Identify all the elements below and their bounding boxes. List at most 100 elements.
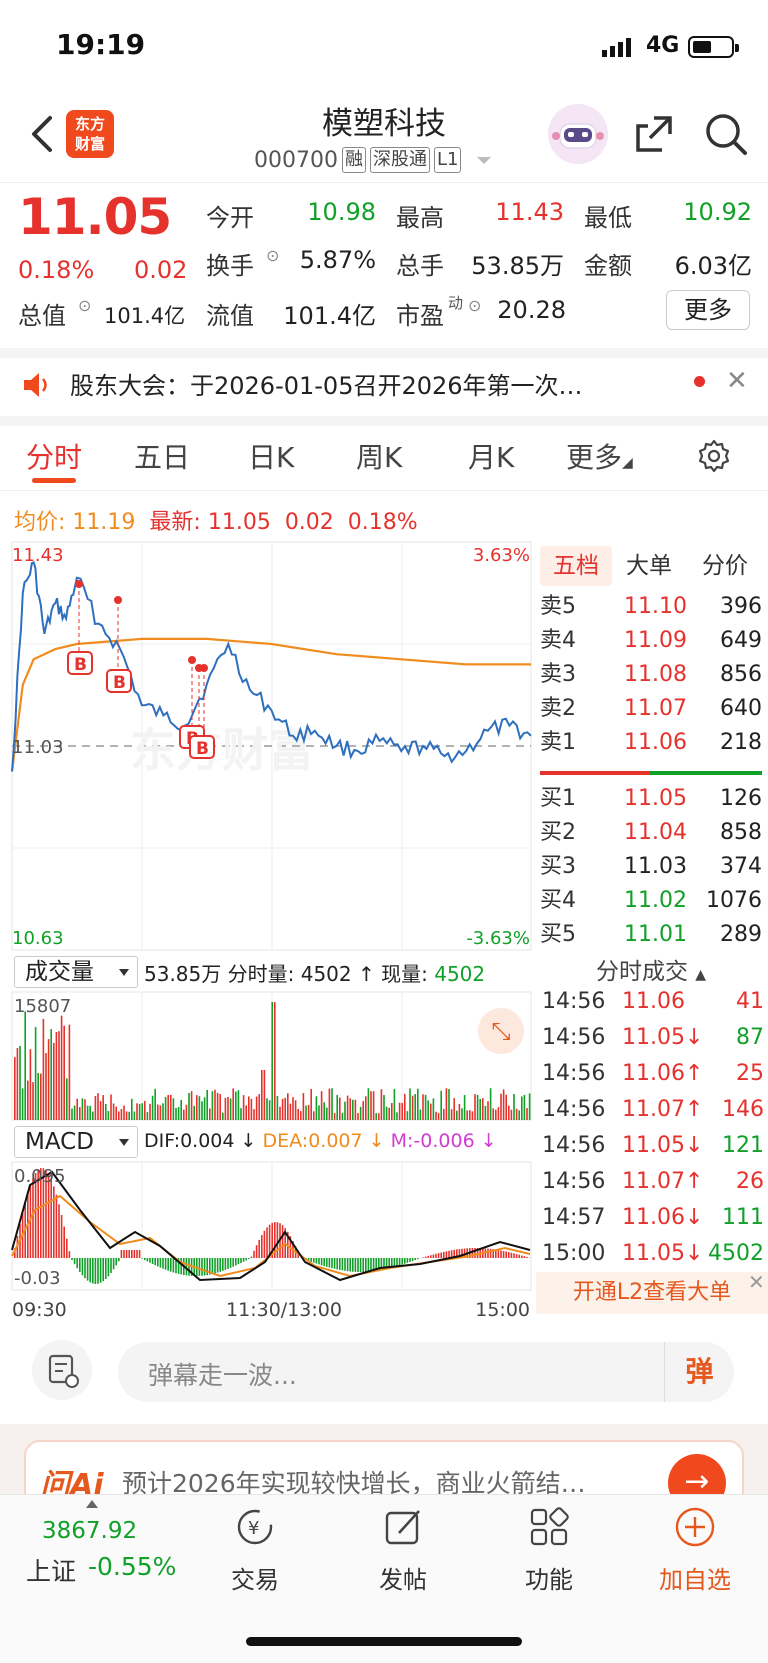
volume-bar [216, 1092, 219, 1120]
app-logo-line2: 财富 [74, 135, 105, 153]
macd-bar [318, 1258, 320, 1265]
intraday-chart[interactable]: 东方财富 B B B B 11.43 11.03 10.63 3.63% -3.… [0, 536, 534, 1320]
index-value[interactable]: 3867.92 [42, 1518, 137, 1544]
volume-bar [354, 1099, 357, 1120]
volume-bar [500, 1093, 502, 1120]
tick-time: 14:56 [542, 1061, 606, 1086]
caret-up-icon: ▲ [695, 967, 707, 983]
danmaku-send-button[interactable]: 弹 [664, 1342, 734, 1402]
tab-weekly-k[interactable]: 周K [356, 436, 402, 476]
tab-daily-k[interactable]: 日K [248, 436, 294, 476]
volume-bar [505, 1094, 507, 1120]
robot-avatar-icon[interactable] [548, 104, 608, 164]
macd-bar [424, 1256, 427, 1258]
volume-indicator-select[interactable]: 成交量 [14, 956, 138, 988]
nav-functions[interactable]: 功能 [494, 1504, 604, 1595]
macd-bar [79, 1258, 81, 1272]
macd-bar [68, 1251, 71, 1258]
volume-bar [396, 1112, 398, 1120]
macd-bar [102, 1258, 104, 1282]
volume-bar [349, 1098, 351, 1120]
volume-bar [248, 1096, 250, 1120]
volume-bar [185, 1104, 188, 1120]
l2-upgrade-banner[interactable]: 开通L2查看大单 [536, 1272, 768, 1314]
volume-bar [463, 1095, 466, 1120]
volume-bar [32, 1082, 34, 1120]
bid-row[interactable]: 买4 11.02 1076 [540, 884, 762, 918]
level-volume: 126 [720, 786, 762, 811]
turnover-value: 5.87% [299, 246, 376, 274]
ask-row[interactable]: 卖5 11.10 396 [540, 590, 762, 624]
macd-bar [214, 1258, 216, 1274]
ask-row[interactable]: 卖4 11.09 649 [540, 624, 762, 658]
nav-post-label: 发帖 [379, 1566, 427, 1594]
volume-bar [136, 1103, 138, 1120]
volume-bar [401, 1103, 403, 1120]
nav-trade[interactable]: ¥ 交易 [200, 1504, 310, 1595]
ask-row[interactable]: 卖1 11.06 218 [540, 726, 762, 760]
back-button[interactable] [22, 110, 62, 158]
bid-row[interactable]: 买3 11.03 374 [540, 850, 762, 884]
level-price: 11.06 [624, 730, 687, 755]
info-dots-icon[interactable]: ⊙ [468, 296, 481, 315]
level-price: 11.08 [624, 662, 687, 687]
more-button[interactable]: 更多 [666, 290, 750, 330]
tab-more[interactable]: 更多◢ [566, 436, 633, 476]
index-name[interactable]: 上证 [26, 1552, 76, 1588]
macd-bar [229, 1258, 232, 1268]
tab-price-dist[interactable]: 分价 [702, 546, 748, 586]
bid-row[interactable]: 买1 11.05 126 [540, 782, 762, 816]
stock-code-row[interactable]: 000700 融 深股通 L1 [254, 145, 492, 175]
volume-bar [409, 1088, 411, 1120]
tab-five-levels[interactable]: 五档 [540, 546, 612, 586]
close-icon[interactable]: ✕ [726, 366, 748, 396]
macd-bar [315, 1258, 318, 1264]
trade-marker-dot [114, 596, 122, 604]
volume-bar [437, 1113, 440, 1120]
close-icon[interactable]: ✕ [748, 1270, 765, 1294]
gear-icon[interactable] [696, 438, 732, 474]
volume-bar [274, 1002, 276, 1120]
bid-row[interactable]: 买2 11.04 858 [540, 816, 762, 850]
volume-bar [292, 1097, 294, 1120]
nav-trade-label: 交易 [231, 1566, 279, 1594]
macd-bar [341, 1258, 344, 1271]
tick-row: 14:56 11.06 41 [542, 984, 764, 1020]
info-dots-icon[interactable]: ⊙ [266, 246, 279, 265]
expand-icon[interactable]: ⤡ [478, 1008, 524, 1054]
level-label: 买4 [540, 888, 576, 913]
danmaku-settings-icon[interactable] [32, 1340, 92, 1400]
tab-big-orders[interactable]: 大单 [626, 546, 672, 586]
tick-price: 11.05↓ [622, 1133, 704, 1158]
share-icon[interactable] [632, 112, 676, 156]
volume-bar [128, 1111, 130, 1120]
volume-bar [60, 1015, 63, 1120]
macd-indicator-select[interactable]: MACD [14, 1126, 138, 1158]
volume-bar [492, 1108, 494, 1120]
x-axis-end: 15:00 [475, 1299, 530, 1320]
nav-post[interactable]: 发帖 [348, 1504, 458, 1595]
tab-intraday[interactable]: 分时 [26, 436, 82, 476]
volume-bar [151, 1095, 154, 1120]
nav-add-watchlist[interactable]: 加自选 [640, 1504, 750, 1595]
bid-row[interactable]: 买5 11.01 289 [540, 918, 762, 952]
announcement-text[interactable]: 股东大会：于2026-01-05召开2026年第一次… [70, 366, 660, 401]
ask-row[interactable]: 卖2 11.07 640 [540, 692, 762, 726]
macd-bar [149, 1258, 151, 1263]
volume-bar [21, 1088, 24, 1120]
level-volume: 1076 [706, 888, 762, 913]
ask-row[interactable]: 卖3 11.08 856 [540, 658, 762, 692]
volume-bar [193, 1105, 195, 1120]
tab-monthly-k[interactable]: 月K [468, 436, 514, 476]
macd-bar [445, 1251, 448, 1258]
tab-five-day[interactable]: 五日 [134, 436, 190, 476]
danmaku-placeholder: 弹幕走一波... [148, 1361, 297, 1390]
volume-bar [66, 1078, 68, 1120]
ticks-header[interactable]: 分时成交 ▲ [540, 952, 762, 986]
macd-bar [320, 1258, 323, 1266]
chevron-down-icon[interactable] [477, 156, 492, 164]
info-dots-icon[interactable]: ⊙ [78, 296, 91, 315]
volume-bar [417, 1088, 419, 1120]
index-change[interactable]: -0.55% [88, 1552, 176, 1581]
search-icon[interactable] [704, 112, 748, 156]
